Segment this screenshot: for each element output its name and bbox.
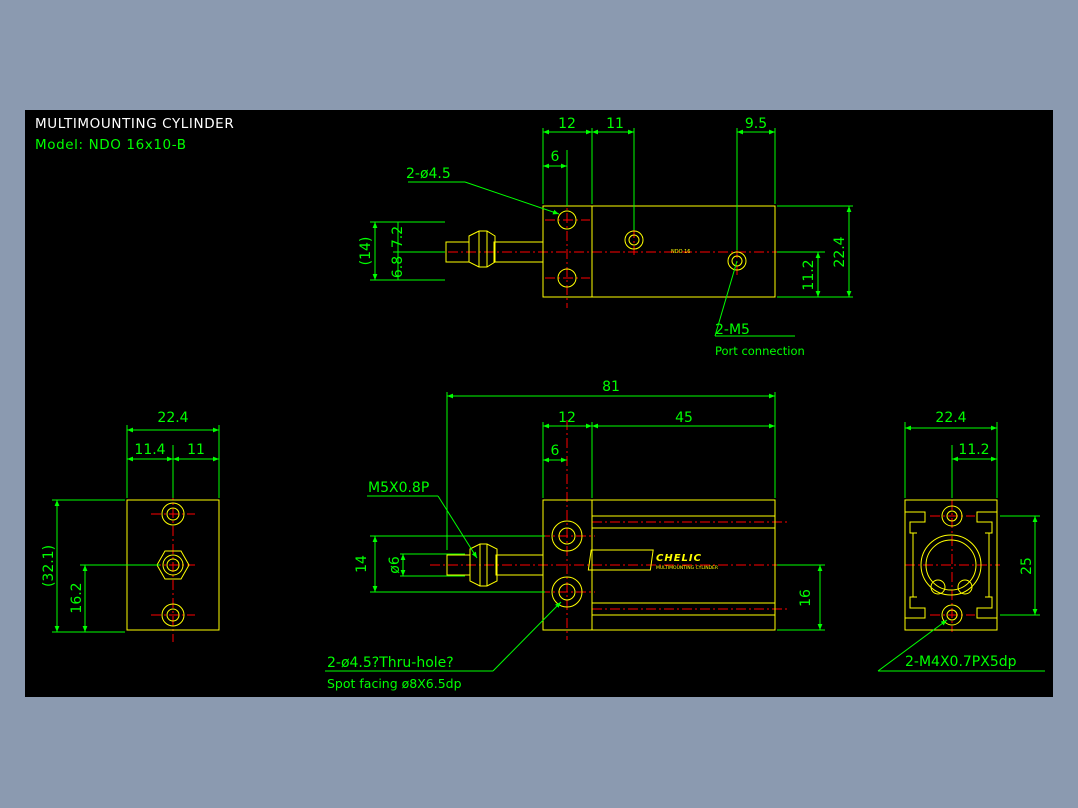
dim-12: 12 — [558, 410, 576, 426]
right-end-view: 22.4 11.2 25 2-M4X0.7PX5dp — [877, 410, 1045, 672]
front-view: 81 12 45 6 M5X0.8P 14 ø6 16 2-ø4.5?Thru-… — [325, 379, 825, 691]
dim-6-8: 6.8 — [390, 256, 406, 278]
dim-12: 12 — [558, 116, 576, 132]
dim-16: 16 — [798, 589, 814, 607]
dim-6: 6 — [551, 149, 560, 165]
dim-9-5: 9.5 — [745, 116, 767, 132]
dim-11-4: 11.4 — [134, 442, 165, 458]
brand-logo: CHELIC — [656, 553, 702, 564]
dim-25: 25 — [1019, 557, 1035, 575]
hole-callout: 2-ø4.5 — [406, 166, 451, 182]
body-label: NDO 16 — [671, 249, 690, 255]
dim-11: 11 — [187, 442, 205, 458]
top-view: 12 11 9.5 6 2-ø4.5 (14) 6.8 7.2 22.4 11.… — [358, 116, 853, 358]
dim-22-4: 22.4 — [832, 236, 848, 267]
dim-phi6: ø6 — [387, 556, 403, 574]
left-end-view: 22.4 11.4 11 (32.1) 16.2 — [41, 410, 220, 642]
dim-7-2: 7.2 — [390, 226, 406, 248]
hole-callout: 2-ø4.5?Thru-hole? — [327, 655, 454, 671]
dim-14: 14 — [354, 555, 370, 573]
dim-32-1: (32.1) — [41, 545, 57, 587]
dim-45: 45 — [675, 410, 693, 426]
cad-viewport[interactable]: MULTIMOUNTING CYLINDER Model: NDO 16x10-… — [25, 110, 1053, 697]
dim-6: 6 — [551, 443, 560, 459]
dim-16-2: 16.2 — [69, 582, 85, 613]
spot-facing-callout: Spot facing ø8X6.5dp — [327, 676, 462, 691]
tap-callout: 2-M4X0.7PX5dp — [905, 654, 1017, 670]
dim-81: 81 — [602, 379, 620, 395]
thread-callout: M5X0.8P — [368, 480, 429, 496]
dim-11-2: 11.2 — [958, 442, 989, 458]
dim-11-2: 11.2 — [801, 259, 817, 290]
dim-22-4: 22.4 — [157, 410, 188, 426]
port-callout: 2-M5 — [715, 322, 750, 338]
port-note: Port connection — [715, 344, 805, 358]
dim-22-4: 22.4 — [935, 410, 966, 426]
cad-drawing: 12 11 9.5 6 2-ø4.5 (14) 6.8 7.2 22.4 11.… — [41, 116, 1045, 691]
dim-14: (14) — [358, 237, 374, 266]
brand-subtitle: MULTIMOUNTING CYLINDER — [656, 565, 718, 571]
dim-11: 11 — [606, 116, 624, 132]
